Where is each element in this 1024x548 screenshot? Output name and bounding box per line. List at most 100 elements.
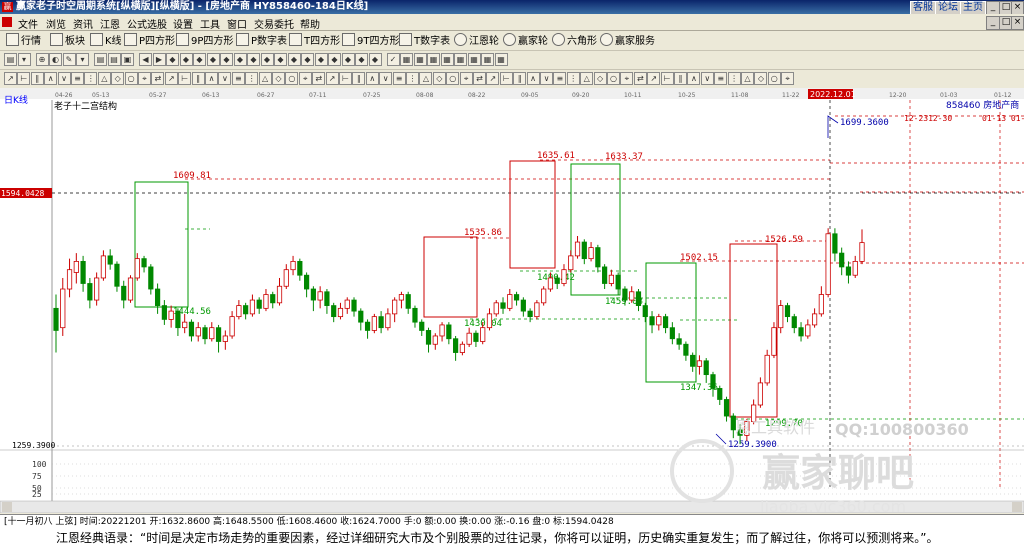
- tool3-icon-33[interactable]: ○: [446, 72, 460, 85]
- tool3-icon-40[interactable]: ∨: [540, 72, 553, 85]
- tool3-icon-51[interactable]: ∧: [687, 72, 701, 85]
- tool2-icon-35[interactable]: ▦: [494, 53, 508, 66]
- tool3-icon-4[interactable]: ∨: [57, 72, 71, 85]
- tool3-icon-21[interactable]: ○: [285, 72, 299, 85]
- tool3-icon-52[interactable]: ∨: [700, 72, 714, 85]
- tool2-icon-27[interactable]: ✓: [386, 53, 400, 66]
- tool2-icon-33[interactable]: ▦: [467, 53, 481, 66]
- tool2-icon-18[interactable]: ◆: [260, 53, 274, 66]
- tool3-icon-45[interactable]: ○: [607, 72, 620, 85]
- btn-t-table[interactable]: T数字表: [399, 33, 450, 47]
- tool3-icon-42[interactable]: ⋮: [566, 72, 580, 85]
- minimize-icon[interactable]: _: [986, 1, 1000, 15]
- tool3-icon-56[interactable]: ◇: [754, 72, 768, 85]
- menu-trade[interactable]: 交易委托: [254, 16, 294, 31]
- tool2-icon-20[interactable]: ◆: [287, 53, 301, 66]
- tool3-icon-13[interactable]: ⊢: [178, 72, 192, 85]
- tool3-icon-55[interactable]: △: [741, 72, 754, 85]
- tool3-icon-35[interactable]: ⇄: [473, 72, 486, 85]
- menu-window[interactable]: 窗口: [227, 16, 247, 31]
- tool2-icon-15[interactable]: ◆: [220, 53, 233, 66]
- tool3-icon-16[interactable]: ∨: [218, 72, 232, 85]
- btn-9t-square[interactable]: 9T四方形: [342, 33, 399, 47]
- close-icon[interactable]: ×: [1011, 1, 1024, 15]
- tool2-icon-9[interactable]: ◀: [139, 53, 152, 66]
- tool3-icon-8[interactable]: ◇: [111, 72, 125, 85]
- tool3-icon-10[interactable]: ⌖: [138, 72, 151, 85]
- menu-browse[interactable]: 浏览: [46, 16, 66, 31]
- tool2-icon-29[interactable]: ▦: [413, 53, 427, 66]
- tool3-icon-30[interactable]: ⋮: [406, 72, 419, 85]
- tool3-icon-19[interactable]: △: [258, 72, 272, 85]
- tool2-icon-4[interactable]: ✎: [62, 53, 76, 66]
- tool2-icon-11[interactable]: ◆: [166, 53, 179, 66]
- tool3-icon-12[interactable]: ↗: [164, 72, 178, 85]
- tool2-icon-8[interactable]: ▣: [121, 53, 134, 66]
- tool3-icon-26[interactable]: ∥: [352, 72, 366, 85]
- tool3-icon-34[interactable]: ⌖: [459, 72, 473, 85]
- btn-t-square[interactable]: T四方形: [289, 33, 340, 47]
- tool2-icon-1[interactable]: ▾: [17, 53, 31, 66]
- link-kefu[interactable]: 客服: [910, 1, 936, 15]
- tool3-icon-43[interactable]: △: [580, 72, 594, 85]
- btn-sector[interactable]: 板块: [50, 33, 85, 47]
- btn-gann-wheel[interactable]: 江恩轮: [454, 33, 499, 47]
- tool2-icon-7[interactable]: ▤: [107, 53, 121, 66]
- child-minimize-icon[interactable]: _: [986, 16, 1000, 30]
- tool2-icon-31[interactable]: ▦: [440, 53, 454, 66]
- tool3-icon-58[interactable]: ⌖: [781, 72, 795, 85]
- btn-9p-square[interactable]: 9P四方形: [176, 33, 233, 47]
- tool3-icon-31[interactable]: △: [419, 72, 433, 85]
- tool3-icon-22[interactable]: ⌖: [298, 72, 312, 85]
- tool3-icon-15[interactable]: ∧: [205, 72, 218, 85]
- tool2-icon-22[interactable]: ◆: [314, 53, 328, 66]
- tool2-icon-0[interactable]: ▤: [4, 53, 17, 66]
- tool3-icon-2[interactable]: ∥: [30, 72, 44, 85]
- tool2-icon-6[interactable]: ▤: [94, 53, 107, 66]
- tool2-icon-24[interactable]: ◆: [341, 53, 355, 66]
- tool2-icon-17[interactable]: ◆: [247, 53, 260, 66]
- tool3-icon-0[interactable]: ↗: [4, 72, 17, 85]
- tool3-icon-20[interactable]: ◇: [272, 72, 285, 85]
- tool3-icon-39[interactable]: ∧: [526, 72, 540, 85]
- tool3-icon-5[interactable]: ≡: [71, 72, 84, 85]
- tool3-icon-27[interactable]: ∧: [365, 72, 379, 85]
- tool3-icon-50[interactable]: ∥: [674, 72, 687, 85]
- tool3-icon-54[interactable]: ⋮: [727, 72, 741, 85]
- tool3-icon-3[interactable]: ∧: [44, 72, 58, 85]
- btn-kline[interactable]: K线: [90, 33, 122, 47]
- tool3-icon-44[interactable]: ◇: [593, 72, 607, 85]
- tool3-icon-47[interactable]: ⇄: [633, 72, 647, 85]
- btn-winner-wheel[interactable]: 赢家轮: [503, 33, 548, 47]
- tool3-icon-37[interactable]: ⊢: [499, 72, 513, 85]
- tool3-icon-11[interactable]: ⇄: [151, 72, 165, 85]
- tool2-icon-30[interactable]: ▦: [427, 53, 440, 66]
- tool2-icon-12[interactable]: ◆: [179, 53, 193, 66]
- btn-hexagon[interactable]: 六角形: [552, 33, 597, 47]
- tool3-icon-28[interactable]: ∨: [379, 72, 393, 85]
- menu-settings[interactable]: 设置: [173, 16, 193, 31]
- btn-p-square[interactable]: P四方形: [124, 33, 175, 47]
- menu-tools[interactable]: 工具: [200, 16, 220, 31]
- tool3-icon-57[interactable]: ○: [767, 72, 781, 85]
- tool3-icon-46[interactable]: ⌖: [620, 72, 634, 85]
- tool2-icon-13[interactable]: ◆: [193, 53, 206, 66]
- tool3-icon-1[interactable]: ⊢: [17, 72, 31, 85]
- tool3-icon-36[interactable]: ↗: [486, 72, 500, 85]
- tool2-icon-23[interactable]: ◆: [328, 53, 341, 66]
- link-zhuye[interactable]: 主页: [960, 1, 986, 15]
- tool3-icon-32[interactable]: ◇: [432, 72, 446, 85]
- tool3-icon-29[interactable]: ≡: [392, 72, 406, 85]
- tool3-icon-24[interactable]: ↗: [325, 72, 339, 85]
- btn-quote[interactable]: 行情: [6, 33, 41, 47]
- tool3-icon-53[interactable]: ≡: [714, 72, 728, 85]
- tool3-icon-38[interactable]: ∥: [513, 72, 527, 85]
- tool3-icon-18[interactable]: ⋮: [245, 72, 259, 85]
- tool2-icon-10[interactable]: ▶: [152, 53, 166, 66]
- tool2-icon-16[interactable]: ◆: [233, 53, 247, 66]
- tool2-icon-3[interactable]: ◐: [49, 53, 62, 66]
- tool2-icon-32[interactable]: ▦: [454, 53, 467, 66]
- tool3-icon-25[interactable]: ⊢: [339, 72, 352, 85]
- tool3-icon-17[interactable]: ≡: [231, 72, 245, 85]
- tool3-icon-49[interactable]: ⊢: [660, 72, 674, 85]
